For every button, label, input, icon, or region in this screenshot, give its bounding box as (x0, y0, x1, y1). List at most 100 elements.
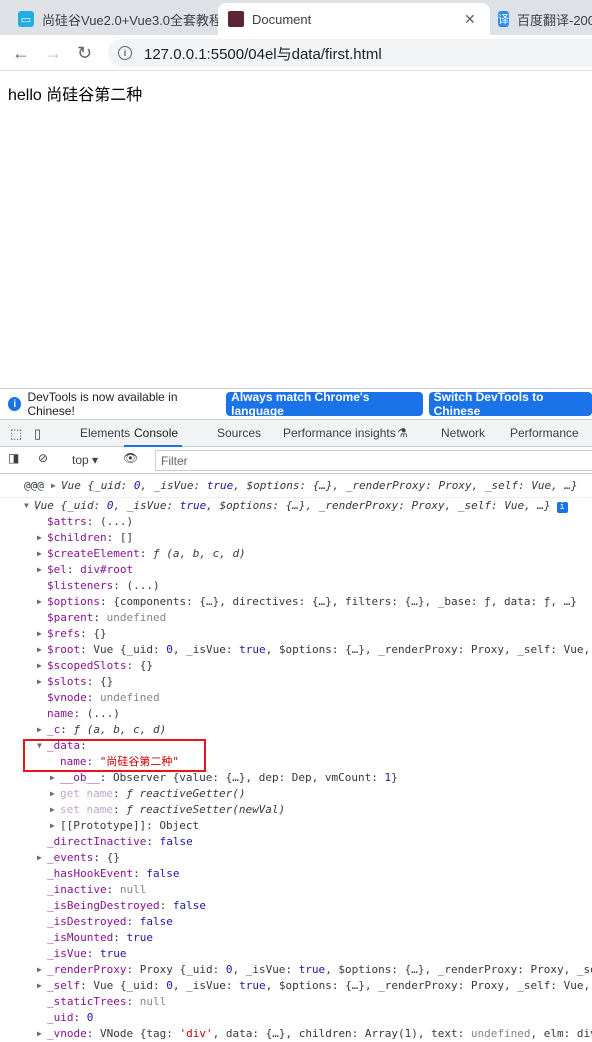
row-content: _vnode: VNode {tag: 'div', data: {…}, ch… (47, 1026, 592, 1042)
property-value: , $options: {…}, _renderProxy: Proxy, _s… (266, 979, 591, 992)
property-value: Observer {value: {…}, dep: Dep, vmCount: (113, 771, 385, 784)
expand-triangle-icon[interactable]: ▶ (37, 962, 42, 978)
close-tab-icon[interactable]: ✕ (464, 11, 476, 28)
property-value: 0 (87, 1011, 94, 1024)
property-value: Proxy {_uid: (140, 963, 226, 976)
tab-elements[interactable]: Elements (80, 426, 130, 440)
console-row[interactable]: @@@ ▶Vue {_uid: 0, _isVue: true, $option… (0, 474, 592, 498)
property-value: Vue {_uid: (34, 499, 107, 512)
filter-input[interactable]: Filter (155, 450, 592, 471)
expand-triangle-icon[interactable]: ▶ (37, 722, 42, 738)
address-bar-row: ← → ↻ i 127.0.0.1:5500/04el与data/first.h… (0, 35, 592, 71)
context-value: top (72, 453, 89, 467)
expand-triangle-icon[interactable]: ▶ (50, 818, 55, 834)
back-icon[interactable]: ← (12, 43, 30, 64)
tab-network[interactable]: Network (441, 426, 485, 440)
property-value: true (180, 499, 207, 512)
colon: : (126, 915, 139, 928)
colon: : (140, 547, 153, 560)
expand-triangle-icon[interactable]: ▶ (51, 474, 56, 498)
tab-performance[interactable]: Performance (510, 426, 579, 440)
clear-console-icon[interactable]: ⊘ (38, 451, 48, 465)
console-row[interactable]: ▶$refs: {} (0, 626, 592, 642)
browser-tab[interactable]: 译 百度翻译-200 (498, 3, 592, 35)
console-row[interactable]: ▶$el: div#root (0, 562, 592, 578)
inspect-element-icon[interactable]: ⬚ (10, 426, 22, 442)
site-info-icon[interactable]: i (118, 46, 132, 60)
expand-triangle-icon[interactable]: ▶ (37, 546, 42, 562)
expand-triangle-icon[interactable]: ▶ (37, 850, 42, 866)
property-key: _isDestroyed (47, 915, 126, 928)
reload-icon[interactable]: ↻ (77, 43, 92, 64)
console-row[interactable]: ▶set name: ƒ reactiveSetter(newVal) (0, 802, 592, 818)
property-value: , _isVue: (113, 499, 179, 512)
expand-triangle-icon[interactable]: ▶ (50, 786, 55, 802)
info-badge-icon[interactable]: i (557, 502, 568, 513)
expand-triangle-icon[interactable]: ▶ (37, 1026, 42, 1042)
console-row[interactable]: ▶ _vnode: VNode {tag: 'div', data: {…}, c… (0, 1026, 592, 1042)
url-input[interactable]: i 127.0.0.1:5500/04el与data/first.html (108, 39, 592, 67)
row-content: $scopedSlots: {} (47, 658, 153, 674)
collapse-triangle-icon[interactable]: ▼ (24, 498, 29, 514)
switch-to-chinese-button[interactable]: Switch DevTools to Chinese (429, 392, 592, 416)
expand-triangle-icon[interactable]: ▶ (37, 674, 42, 690)
colon: : (74, 707, 87, 720)
property-key: _renderProxy (47, 963, 126, 976)
expand-triangle-icon[interactable]: ▶ (37, 562, 42, 578)
expand-triangle-icon[interactable]: ▶ (37, 978, 42, 994)
property-key: _c (47, 723, 60, 736)
colon: : (80, 979, 93, 992)
infobar-message: DevTools is now available in Chinese! (27, 390, 220, 418)
expand-triangle-icon[interactable]: ▶ (50, 802, 55, 818)
browser-tab[interactable]: ▭ 尚硅谷Vue2.0+Vue3.0全套教程 ✕ (18, 3, 248, 35)
console-row[interactable]: ▶$options: {components: {…}, directives:… (0, 594, 592, 610)
console-row[interactable]: ▼Vue {_uid: 0, _isVue: true, $options: {… (0, 498, 592, 514)
expand-triangle-icon[interactable]: ▶ (37, 626, 42, 642)
console-row[interactable]: ▶__ob__: Observer {value: {…}, dep: Dep,… (0, 770, 592, 786)
tab-console[interactable]: Console (134, 426, 178, 440)
flask-icon: ⚗ (397, 426, 408, 440)
colon: : (113, 931, 126, 944)
device-toolbar-icon[interactable]: ▯ (34, 426, 41, 442)
property-value: Vue {_uid: (93, 643, 166, 656)
browser-tab-strip: ▭ 尚硅谷Vue2.0+Vue3.0全套教程 ✕ Document ✕ 译 百度… (0, 0, 592, 35)
property-value: div#root (80, 563, 133, 576)
property-value: {} (140, 659, 153, 672)
console-row[interactable]: ▶_events: {} (0, 850, 592, 866)
browser-tab-active[interactable]: Document ✕ (218, 3, 490, 35)
console-row[interactable]: ▶$root: Vue {_uid: 0, _isVue: true, $opt… (0, 642, 592, 658)
console-row[interactable]: ▶$children: [] (0, 530, 592, 546)
baidu-translate-icon: 译 (498, 11, 509, 27)
console-row[interactable]: ▶_self: Vue {_uid: 0, _isVue: true, $opt… (0, 978, 592, 994)
console-row[interactable]: ▶$slots: {} (0, 674, 592, 690)
tab-sources[interactable]: Sources (217, 426, 261, 440)
tab-performance-insights[interactable]: Performance insights (283, 426, 396, 440)
console-row[interactable]: ▶_c: ƒ (a, b, c, d) (0, 722, 592, 738)
colon: : (87, 675, 100, 688)
forward-icon[interactable]: → (44, 43, 62, 64)
console-row[interactable]: ▶[[Prototype]]: Object (0, 818, 592, 834)
property-value: null (140, 995, 167, 1008)
console-row[interactable]: ▶get name: ƒ reactiveGetter() (0, 786, 592, 802)
colon: : (80, 627, 93, 640)
always-match-language-button[interactable]: Always match Chrome's language (226, 392, 422, 416)
live-expression-eye-icon[interactable]: 👁 (123, 451, 138, 465)
console-row[interactable]: ▶_renderProxy: Proxy {_uid: 0, _isVue: t… (0, 962, 592, 978)
row-content: _isVue: true (47, 946, 127, 962)
expand-triangle-icon[interactable]: ▶ (37, 594, 42, 610)
expand-triangle-icon[interactable]: ▶ (37, 530, 42, 546)
property-value: Object (159, 819, 199, 832)
console-row[interactable]: ▶$createElement: ƒ (a, b, c, d) (0, 546, 592, 562)
context-selector[interactable]: top ▾ (72, 453, 98, 467)
console-row: name: (...) (0, 706, 592, 722)
expand-triangle-icon[interactable]: ▶ (50, 770, 55, 786)
expand-triangle-icon[interactable]: ▶ (37, 658, 42, 674)
console-row[interactable]: ▶ $scopedSlots: {} (0, 658, 592, 674)
tab-title: 尚硅谷Vue2.0+Vue3.0全套教程 (42, 10, 222, 29)
console-row: _isMounted: true (0, 930, 592, 946)
expand-triangle-icon[interactable]: ▶ (37, 642, 42, 658)
row-content: _hasHookEvent: false (47, 866, 179, 882)
property-value: ƒ (a, b, c, d) (74, 723, 167, 736)
sidebar-toggle-icon[interactable]: ◨ (8, 451, 19, 465)
colon: : (113, 803, 126, 816)
